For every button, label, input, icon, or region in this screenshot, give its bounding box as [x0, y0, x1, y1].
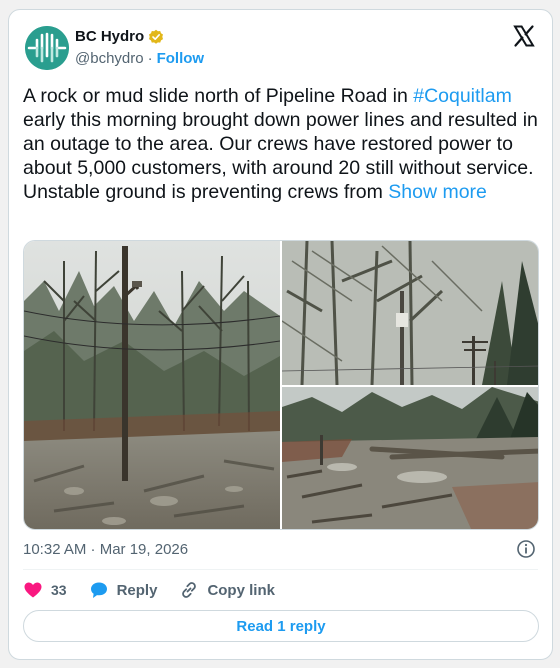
media-grid [23, 240, 539, 530]
read-reply-button[interactable]: Read 1 reply [23, 610, 539, 642]
link-icon [182, 582, 197, 598]
copy-link-label: Copy link [207, 581, 275, 599]
reply-bubble-icon [90, 582, 107, 598]
heart-icon [24, 582, 42, 598]
verified-badge-icon [148, 29, 164, 45]
bc-hydro-logo-icon [25, 26, 69, 70]
photo-power-pole-mudslide[interactable] [24, 241, 280, 529]
divider [23, 569, 538, 570]
tweet-card: BC Hydro @bchydro · Follow A rock or mud… [8, 9, 553, 660]
author-name-row: BC Hydro [75, 28, 164, 45]
action-bar: 33 Reply Copy link [23, 580, 297, 600]
follow-button[interactable]: Follow [157, 50, 205, 67]
tweet-timestamp[interactable]: 10:32 AM · Mar 19, 2026 [23, 541, 188, 558]
tweet-text-part: A rock or mud slide north of Pipeline Ro… [23, 85, 414, 107]
author-handle-row: @bchydro · Follow [75, 50, 204, 67]
author-handle[interactable]: @bchydro [75, 50, 144, 67]
tweet-text: A rock or mud slide north of Pipeline Ro… [23, 84, 543, 204]
x-logo-icon[interactable] [512, 24, 536, 48]
reply-label: Reply [116, 581, 158, 599]
like-count: 33 [51, 582, 67, 598]
avatar[interactable] [25, 26, 69, 70]
copy-link-button[interactable]: Copy link [179, 580, 275, 600]
info-icon[interactable] [516, 539, 536, 559]
photo-debris-logs[interactable] [282, 387, 538, 529]
hashtag-link[interactable]: #Coquitlam [413, 85, 512, 107]
photo-forest-power-lines[interactable] [282, 241, 538, 385]
author-name[interactable]: BC Hydro [75, 28, 144, 45]
reply-button[interactable]: Reply [89, 580, 158, 600]
handle-separator: · [147, 50, 153, 67]
show-more-link[interactable]: Show more [388, 181, 487, 203]
like-button[interactable]: 33 [23, 580, 67, 600]
